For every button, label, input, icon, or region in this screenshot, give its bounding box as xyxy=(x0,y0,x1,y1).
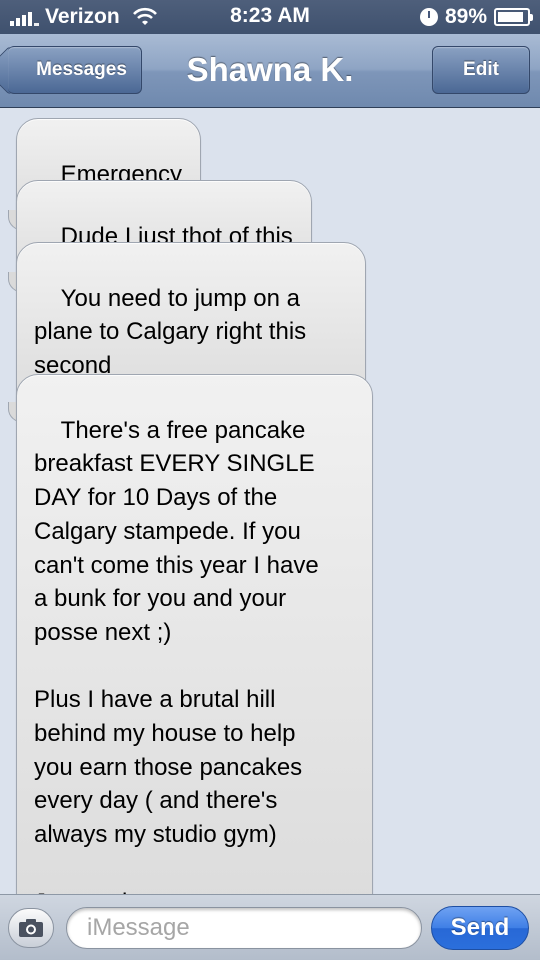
battery-fill xyxy=(498,12,523,22)
edit-button[interactable]: Edit xyxy=(432,46,530,94)
message-bubble[interactable]: There's a free pancake breakfast EVERY S… xyxy=(8,374,373,959)
back-button-label: Messages xyxy=(36,59,127,80)
battery-percent: 89% xyxy=(444,5,487,28)
message-text: There's a free pancake breakfast EVERY S… xyxy=(34,416,319,916)
edit-button-label: Edit xyxy=(463,59,499,80)
message-input[interactable] xyxy=(66,907,422,949)
battery-icon xyxy=(494,8,533,26)
nav-bar: Messages Shawna K. Edit xyxy=(0,34,540,108)
back-button-messages[interactable]: Messages xyxy=(8,46,142,94)
status-bar: Verizon 8:23 AM 89% xyxy=(0,0,540,34)
send-button-label: Send xyxy=(450,914,510,941)
message-text: You need to jump on a plane to Calgary r… xyxy=(34,284,307,380)
camera-icon xyxy=(19,919,43,937)
send-button[interactable]: Send xyxy=(431,906,529,950)
compose-bar: Send xyxy=(0,894,540,960)
status-right: 89% xyxy=(419,5,533,29)
message-list[interactable]: Emergency Dude I just thot of this You n… xyxy=(0,108,540,959)
camera-button[interactable] xyxy=(8,908,54,948)
clock-icon xyxy=(419,8,438,26)
